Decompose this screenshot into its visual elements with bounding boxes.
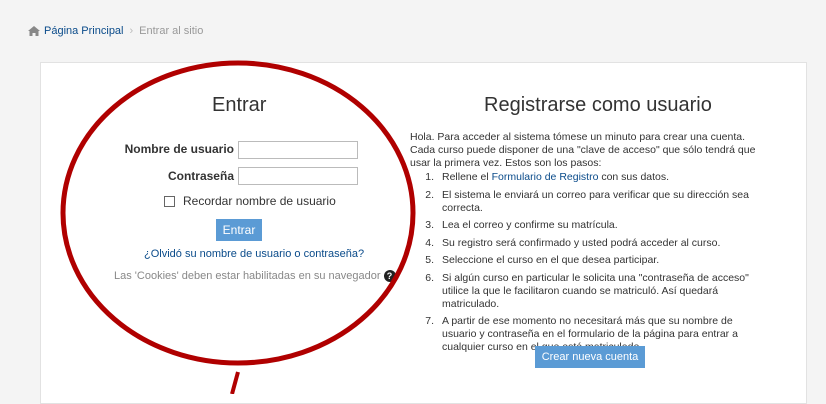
step-text: Si algún curso en particular le solicita… bbox=[442, 271, 749, 310]
step-item: 5. Seleccione el curso en el que desea p… bbox=[412, 254, 762, 267]
step-number: 6. bbox=[425, 271, 434, 284]
step-text: Seleccione el curso en el que desea part… bbox=[442, 254, 660, 266]
password-input[interactable] bbox=[238, 167, 358, 185]
step-number: 4. bbox=[425, 236, 434, 249]
username-label: Nombre de usuario bbox=[124, 142, 234, 156]
forgot-password-link[interactable]: ¿Olvidó su nombre de usuario o contraseñ… bbox=[144, 248, 364, 260]
login-button[interactable]: Entrar bbox=[216, 219, 262, 241]
help-icon[interactable]: ? bbox=[383, 270, 396, 282]
step-number: 5. bbox=[425, 254, 434, 266]
step-item: 4. Su registro será confirmado y usted p… bbox=[412, 237, 762, 250]
step-text: El sistema le enviará un correo para ver… bbox=[442, 188, 749, 214]
step-item: 1. Rellene el Formulario de Registro con… bbox=[412, 171, 762, 184]
breadcrumb-home-link[interactable]: Página Principal bbox=[44, 25, 124, 37]
step-text: Lea el correo y confirme su matrícula. bbox=[442, 219, 618, 231]
breadcrumb-current: Entrar al sitio bbox=[139, 25, 204, 37]
step-item: 3. Lea el correo y confirme su matrícula… bbox=[412, 219, 762, 232]
step-number: 2. bbox=[425, 188, 434, 201]
step-number: 3. bbox=[425, 219, 434, 231]
step-item: 6. Si algún curso en particular le solic… bbox=[412, 272, 762, 311]
cookies-text: Las 'Cookies' deben estar habilitadas en… bbox=[114, 270, 381, 282]
username-input[interactable] bbox=[238, 141, 358, 159]
breadcrumb-separator: › bbox=[129, 25, 134, 37]
register-steps: 1. Rellene el Formulario de Registro con… bbox=[412, 171, 762, 359]
step-item: 2. El sistema le enviará un correo para … bbox=[412, 189, 762, 215]
step-text: Rellene el Formulario de Registro con su… bbox=[442, 171, 670, 183]
remember-checkbox[interactable] bbox=[164, 195, 175, 207]
register-title: Registrarse como usuario bbox=[484, 94, 712, 116]
login-title: Entrar bbox=[212, 94, 267, 116]
cookies-notice: Las 'Cookies' deben estar habilitadas en… bbox=[114, 270, 396, 282]
breadcrumb: Página Principal › Entrar al sitio bbox=[28, 25, 203, 37]
register-intro: Hola. Para acceder al sistema tómese un … bbox=[410, 131, 756, 169]
step-text: Su registro será confirmado y usted podr… bbox=[442, 236, 721, 249]
password-label: Contraseña bbox=[167, 169, 234, 183]
create-account-button[interactable]: Crear nueva cuenta bbox=[535, 346, 645, 368]
remember-label: Recordar nombre de usuario bbox=[183, 194, 336, 208]
step-number: 7. bbox=[425, 315, 434, 327]
remember-username[interactable]: Recordar nombre de usuario bbox=[164, 194, 336, 208]
home-icon bbox=[28, 26, 40, 36]
registration-form-link[interactable]: Formulario de Registro bbox=[492, 171, 599, 183]
step-number: 1. bbox=[425, 171, 434, 183]
